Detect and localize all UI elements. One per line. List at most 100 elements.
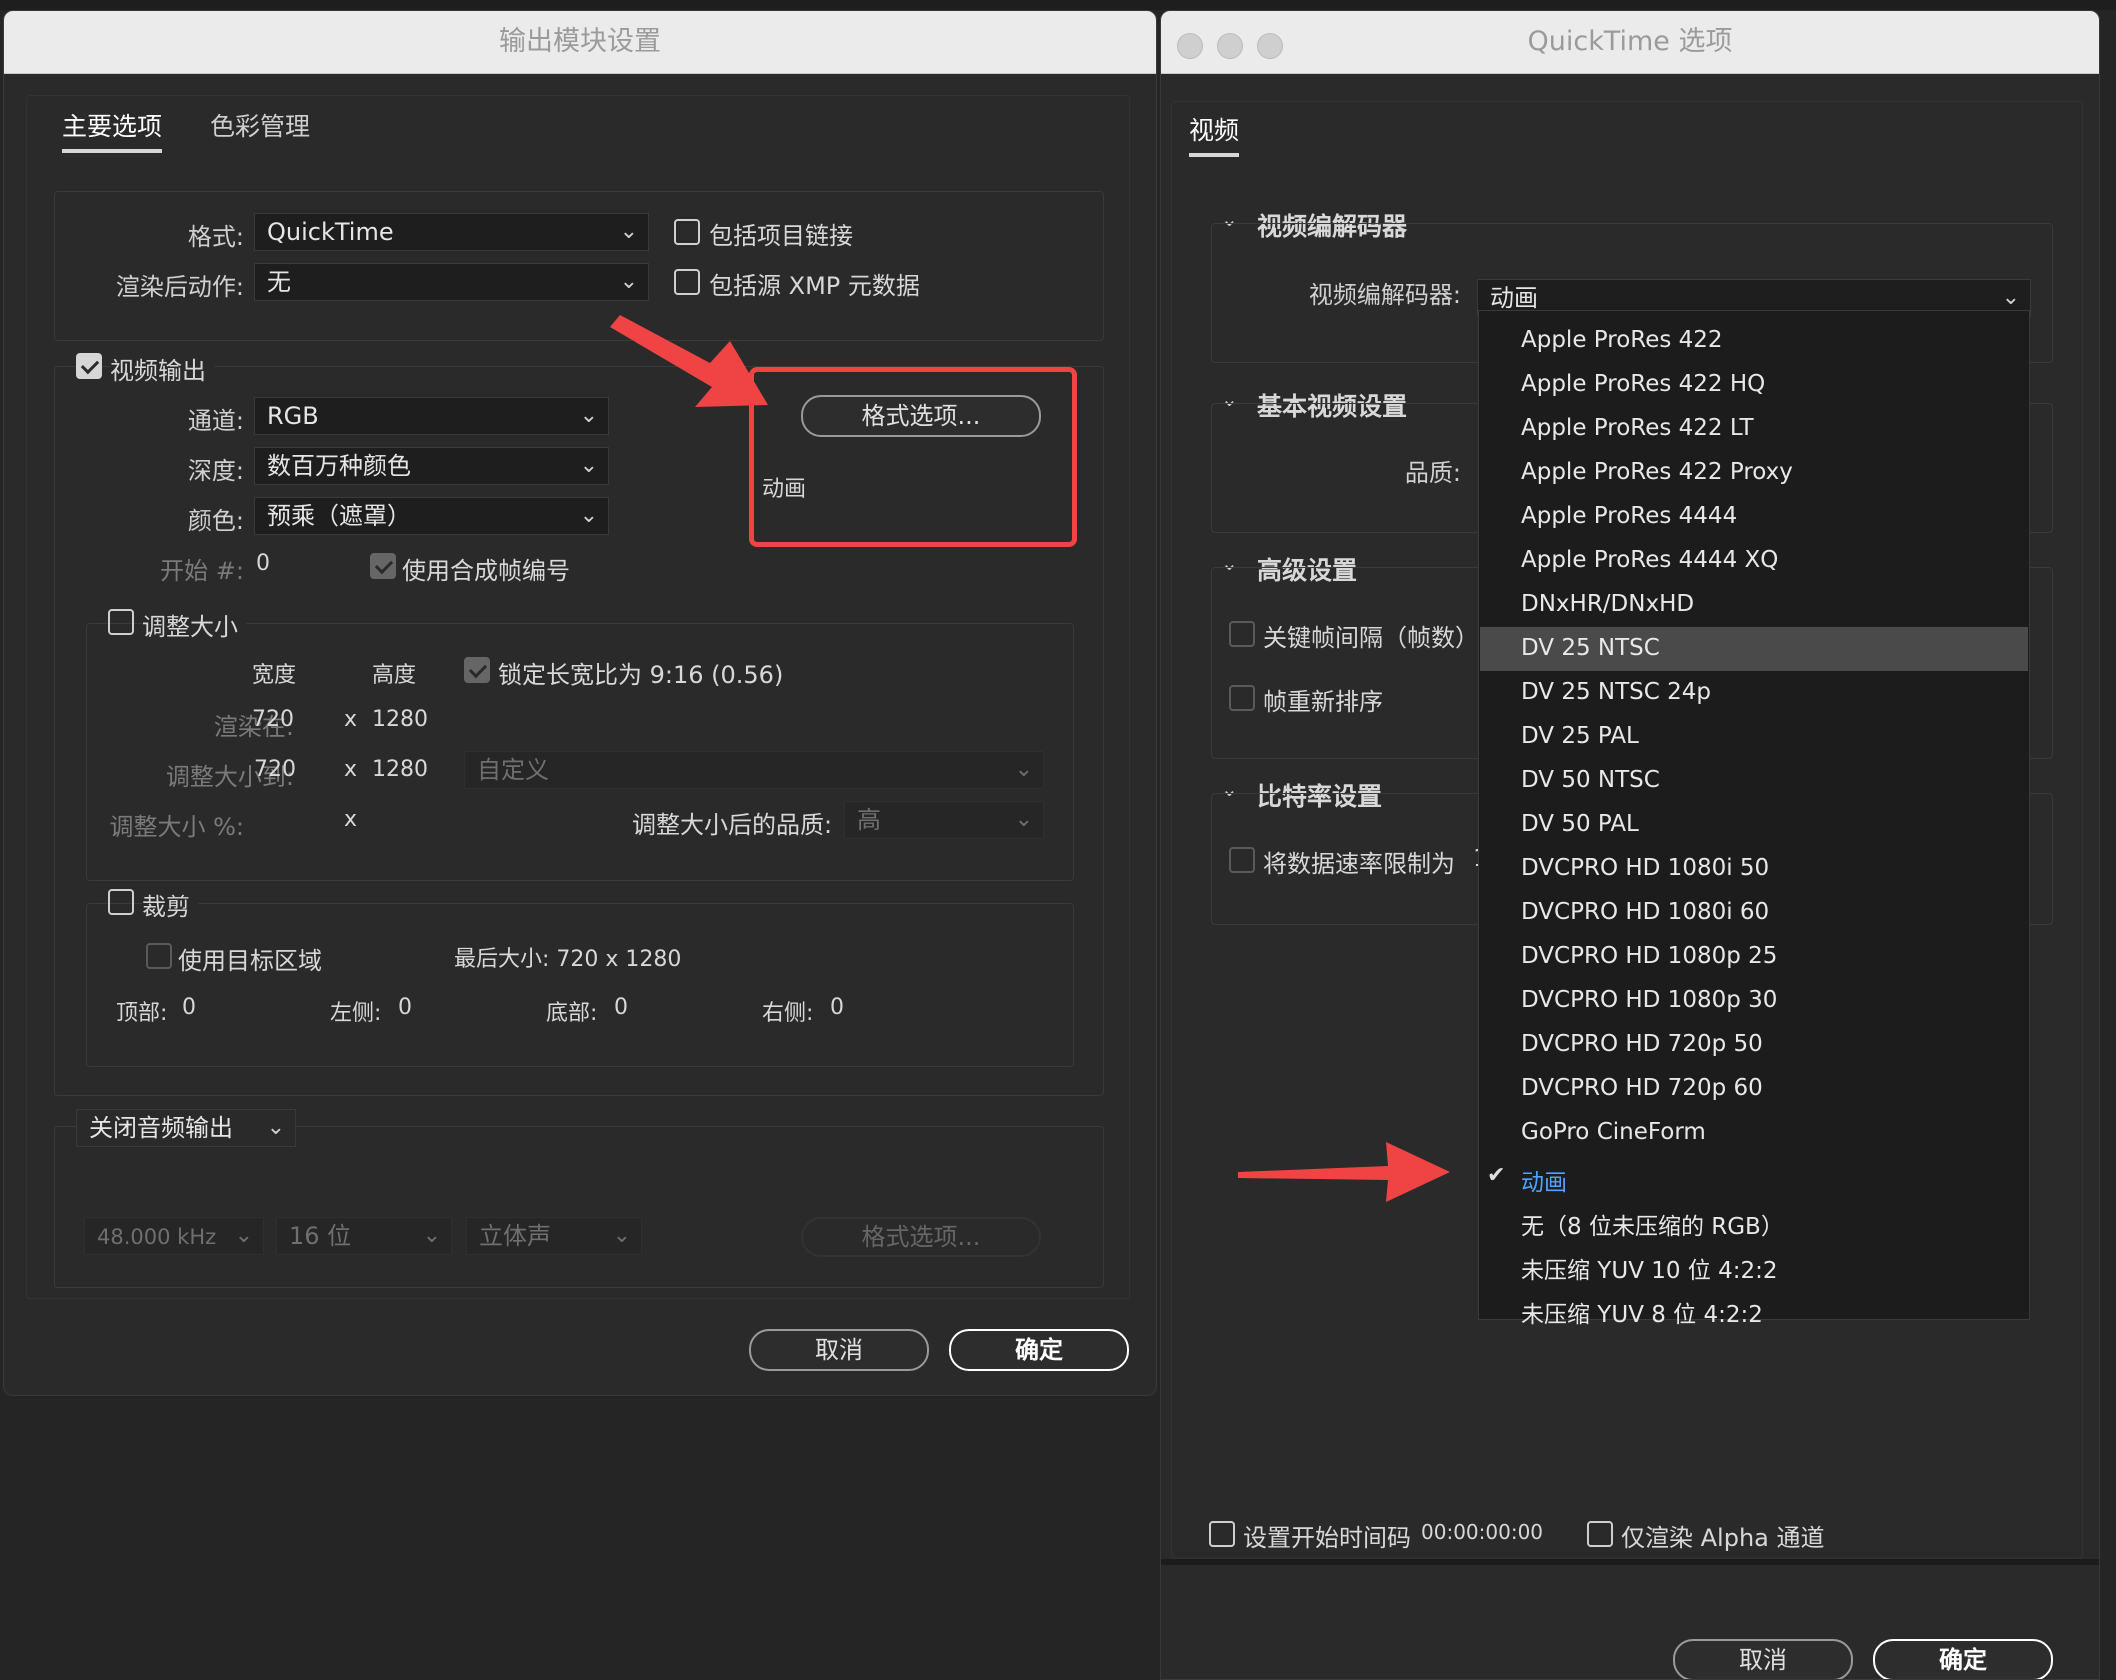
post-render-value: 无 (267, 268, 291, 296)
resize-checkbox[interactable] (108, 609, 134, 635)
limit-rate-label: 将数据速率限制为 (1263, 850, 1455, 878)
output-module-settings-window: 输出模块设置 主要选项 色彩管理 格式: QuickTime ⌄ 包括项目链接 … (3, 10, 1157, 1396)
title-text: QuickTime 选项 (1527, 26, 1733, 57)
chevron-down-icon: ⌄ (1014, 807, 1033, 832)
close-icon[interactable] (1177, 33, 1203, 59)
crop-right-label: 右侧: (762, 1001, 814, 1026)
video-output-checkbox[interactable] (76, 353, 102, 379)
chevron-down-icon: ⌄ (579, 453, 598, 478)
ok-button[interactable]: 确定 (949, 1329, 1129, 1371)
menu-item[interactable]: DVCPRO HD 1080p 30 (1521, 987, 1777, 1013)
chevron-down-icon: ⌄ (619, 269, 638, 294)
sample-rate-value: 48.000 kHz (97, 1225, 217, 1249)
render-at-width: 720 (252, 707, 294, 732)
menu-item[interactable]: 未压缩 YUV 8 位 4:2:2 (1521, 1295, 1763, 1329)
menu-item[interactable]: DV 25 PAL (1521, 723, 1639, 749)
resize-quality-select[interactable]: 高 ⌄ (844, 801, 1044, 839)
width-header: 宽度 (252, 663, 297, 688)
menu-item[interactable]: DVCPRO HD 720p 50 (1521, 1031, 1763, 1057)
channel-select[interactable]: RGB ⌄ (254, 397, 609, 435)
minimize-icon[interactable] (1217, 33, 1243, 59)
include-project-link-checkbox[interactable] (674, 219, 700, 245)
cancel-button[interactable]: 取消 (1673, 1639, 1853, 1679)
channels-select[interactable]: 立体声 ⌄ (466, 1217, 642, 1255)
menu-item[interactable]: DVCPRO HD 720p 60 (1521, 1075, 1763, 1101)
final-size-text: 最后大小: 720 x 1280 (454, 947, 682, 972)
alpha-only-label: 仅渲染 Alpha 通道 (1621, 1524, 1825, 1552)
set-timecode-checkbox[interactable] (1209, 1521, 1235, 1547)
set-timecode-label: 设置开始时间码 (1243, 1524, 1411, 1552)
resize-preset-value: 自定义 (477, 756, 549, 784)
sample-rate-select[interactable]: 48.000 kHz ⌄ (84, 1217, 264, 1255)
resize-pct-x: x (344, 807, 358, 832)
crop-top-label: 顶部: (116, 1001, 168, 1026)
resize-preset-select[interactable]: 自定义 ⌄ (464, 751, 1044, 789)
menu-item[interactable]: Apple ProRes 4444 (1521, 503, 1737, 529)
channel-label: 通道: (187, 407, 244, 435)
reorder-label: 帧重新排序 (1263, 688, 1383, 716)
codec-value: 动画 (1490, 284, 1538, 312)
chevron-down-icon: ⌄ (1014, 757, 1033, 782)
ok-button[interactable]: 确定 (1873, 1639, 2053, 1679)
alpha-only-checkbox[interactable] (1587, 1521, 1613, 1547)
lock-ratio-checkbox[interactable] (464, 657, 490, 683)
timecode-value: 00:00:00:00 (1421, 1520, 1544, 1544)
keyframe-checkbox[interactable] (1229, 621, 1255, 647)
color-value: 预乘（遮罩） (267, 502, 411, 530)
maximize-icon[interactable] (1257, 33, 1283, 59)
chevron-down-icon: ⌄ (619, 219, 638, 244)
annotation-arrow (1238, 1142, 1450, 1202)
menu-item[interactable]: Apple ProRes 422 LT (1521, 415, 1754, 441)
resize-to-height: 1280 (372, 757, 428, 782)
menu-item[interactable]: DV 50 PAL (1521, 811, 1639, 837)
chevron-down-icon: ⌄ (612, 1223, 631, 1248)
chevron-down-icon: ⌄ (579, 403, 598, 428)
menu-item[interactable]: DVCPRO HD 1080i 50 (1521, 855, 1769, 881)
depth-select[interactable]: 数百万种颜色 ⌄ (254, 447, 609, 485)
lock-ratio-label: 锁定长宽比为 9:16 (0.56) (498, 661, 784, 689)
menu-item[interactable]: 未压缩 YUV 10 位 4:2:2 (1521, 1251, 1778, 1285)
audio-output-value: 关闭音频输出 (89, 1114, 233, 1142)
bit-depth-select[interactable]: 16 位 ⌄ (276, 1217, 452, 1255)
post-render-select[interactable]: 无 ⌄ (254, 263, 649, 301)
menu-item[interactable]: DV 25 NTSC 24p (1521, 679, 1711, 705)
bit-depth-value: 16 位 (289, 1222, 352, 1250)
menu-item[interactable]: DVCPRO HD 1080i 60 (1521, 899, 1769, 925)
crop-checkbox[interactable] (108, 889, 134, 915)
codec-dropdown-menu[interactable]: Apple ProRes 422 Apple ProRes 422 HQ Apple… (1478, 310, 2030, 1328)
annotation-arrow (610, 315, 768, 407)
menu-item[interactable]: DV 50 NTSC (1521, 767, 1660, 793)
menu-item[interactable]: Apple ProRes 422 (1521, 327, 1723, 353)
menu-item[interactable]: DNxHR/DNxHD (1521, 591, 1694, 617)
crop-left-value: 0 (398, 995, 412, 1020)
crop-right-value: 0 (830, 995, 844, 1020)
include-xmp-checkbox[interactable] (674, 269, 700, 295)
keyframe-label: 关键帧间隔（帧数） (1263, 624, 1479, 652)
menu-item[interactable]: 动画 (1521, 1163, 1567, 1197)
window-title: QuickTime 选项 (1161, 11, 2099, 74)
menu-item[interactable]: Apple ProRes 4444 XQ (1521, 547, 1778, 573)
menu-item[interactable]: 无（8 位未压缩的 RGB） (1521, 1207, 1784, 1241)
use-comp-frame-label: 使用合成帧编号 (402, 557, 570, 585)
window-title: 输出模块设置 (4, 11, 1156, 74)
resize-to-width: 720 (254, 757, 296, 782)
use-comp-frame-checkbox[interactable] (370, 553, 396, 579)
use-roi-checkbox[interactable] (146, 943, 172, 969)
audio-format-options-button[interactable]: 格式选项... (801, 1217, 1041, 1257)
resize-to-x: x (344, 757, 358, 782)
color-select[interactable]: 预乘（遮罩） ⌄ (254, 497, 609, 535)
menu-item[interactable]: DV 25 NTSC (1521, 635, 1660, 661)
channels-value: 立体声 (479, 1222, 551, 1250)
crop-bottom-value: 0 (614, 995, 628, 1020)
crop-top-value: 0 (182, 995, 196, 1020)
format-select[interactable]: QuickTime ⌄ (254, 213, 649, 251)
menu-item[interactable]: Apple ProRes 422 Proxy (1521, 459, 1793, 485)
depth-label: 深度: (187, 457, 244, 485)
menu-item[interactable]: Apple ProRes 422 HQ (1521, 371, 1765, 397)
audio-output-select[interactable]: 关闭音频输出 ⌄ (76, 1109, 296, 1147)
menu-item[interactable]: DVCPRO HD 1080p 25 (1521, 943, 1777, 969)
limit-rate-checkbox[interactable] (1229, 847, 1255, 873)
reorder-checkbox[interactable] (1229, 685, 1255, 711)
cancel-button[interactable]: 取消 (749, 1329, 929, 1371)
menu-item[interactable]: GoPro CineForm (1521, 1119, 1706, 1145)
